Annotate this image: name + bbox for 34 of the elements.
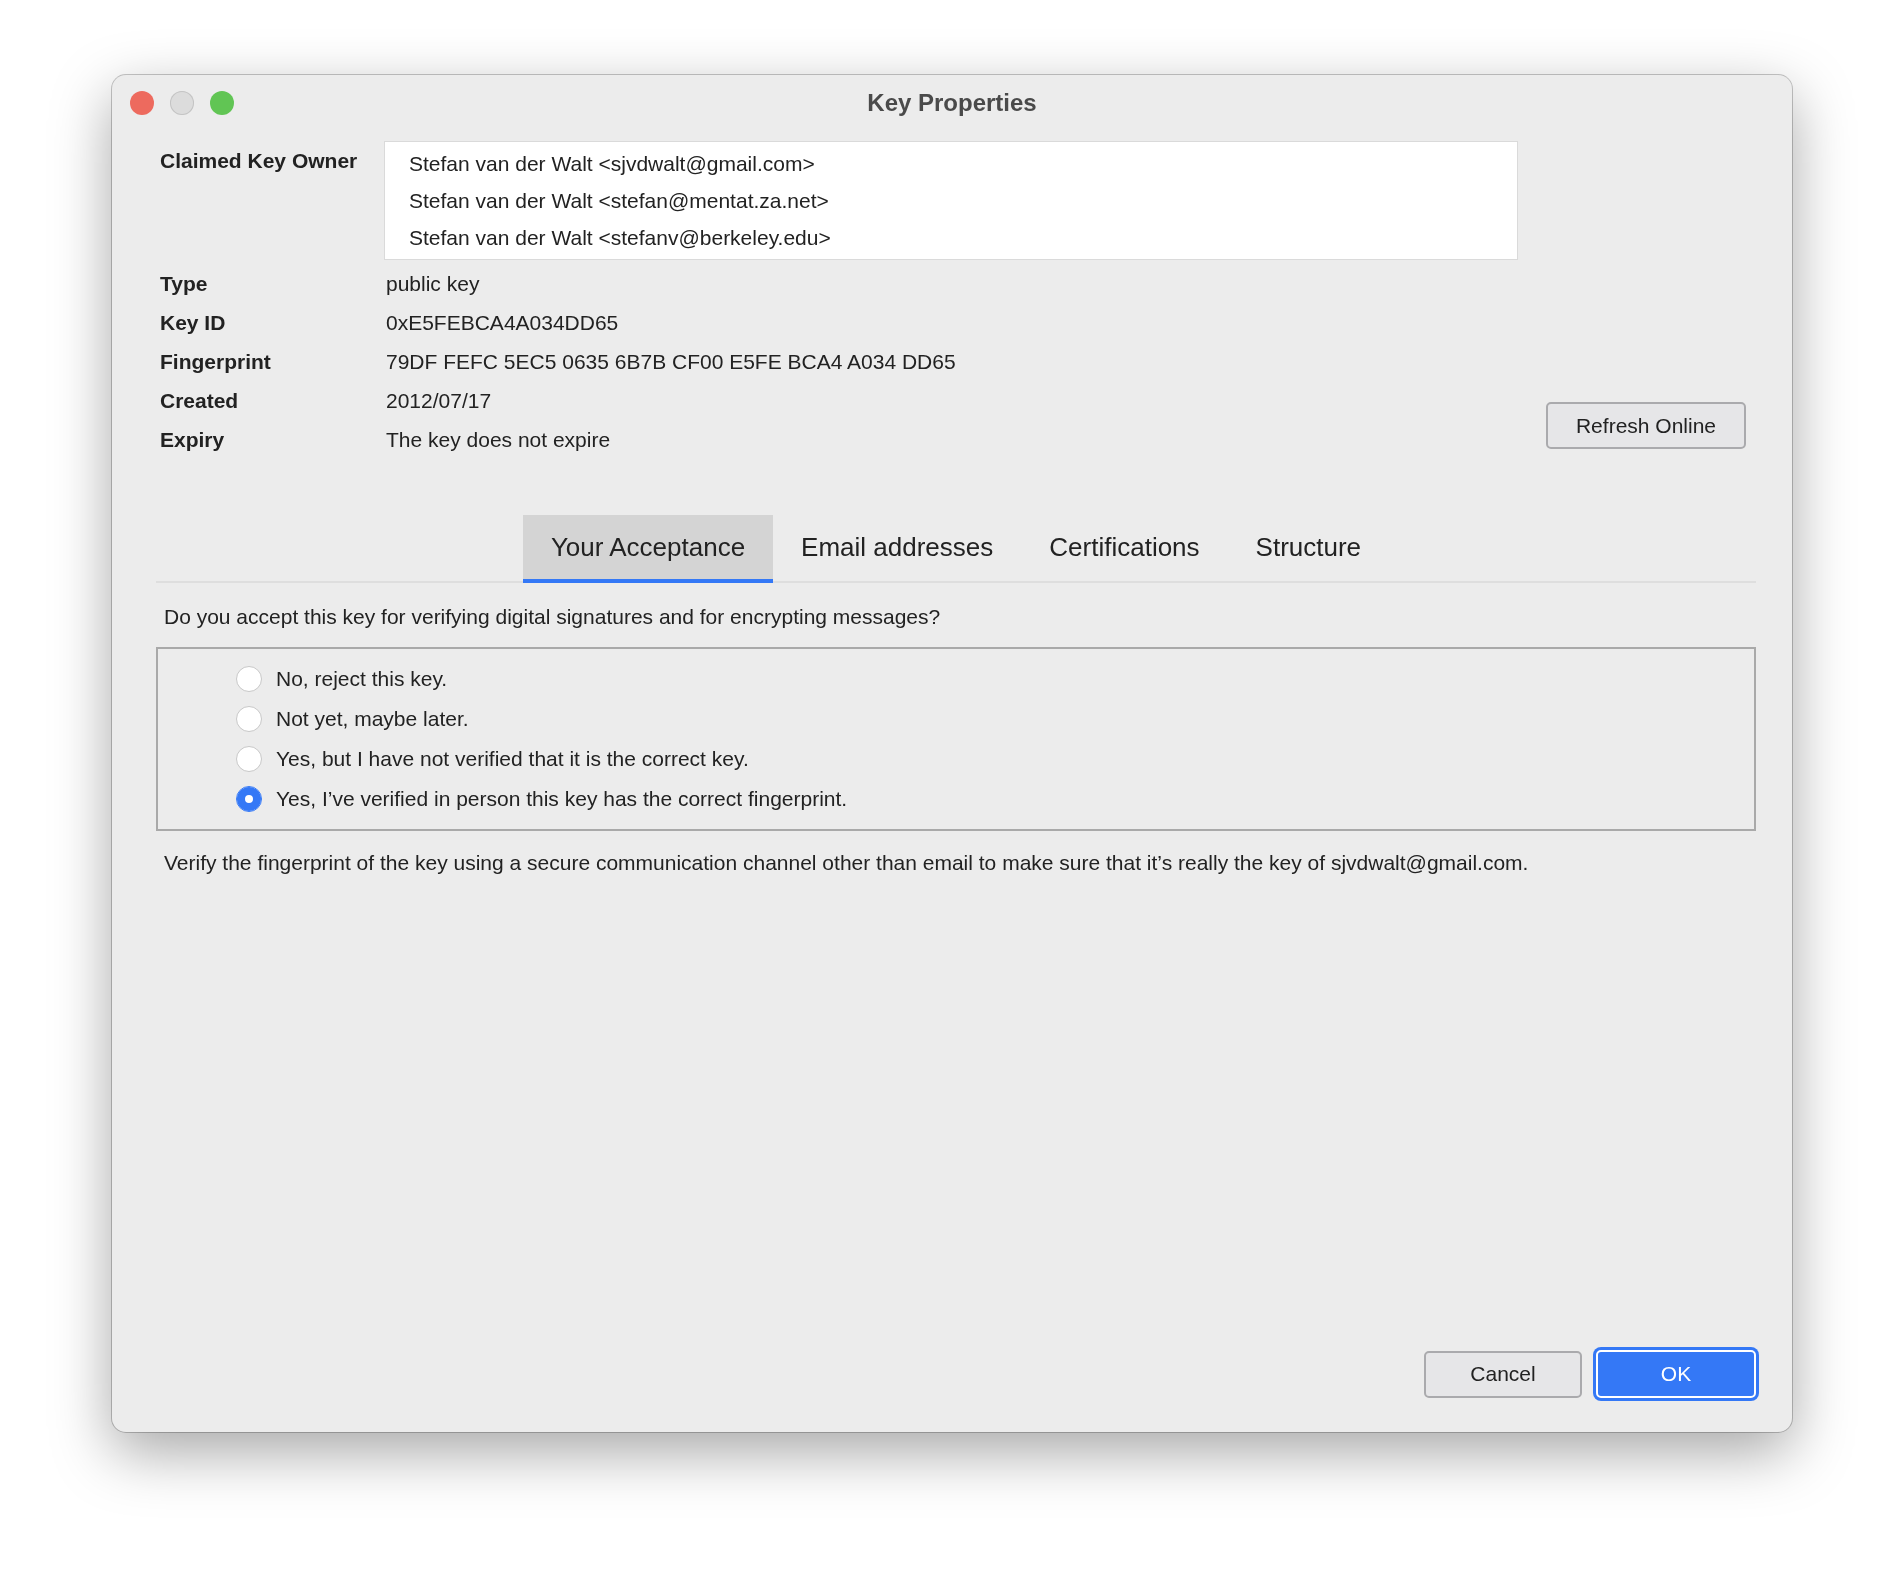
field-value: 0xE5FEBCA4A034DD65 — [386, 310, 619, 335]
field-label: Claimed Key Owner — [160, 148, 359, 173]
radio-button[interactable] — [236, 666, 262, 692]
list-item[interactable]: Stefan van der Walt <sjvdwalt@gmail.com> — [385, 145, 1517, 182]
note-text: Verify the fingerprint of the key using a secure communication channel other than email to make sure that it’s really the key of sjvdwalt@gmail.com. — [164, 851, 1530, 875]
field-label: Created — [160, 388, 240, 413]
list-item[interactable]: Stefan van der Walt <stefanv@berkeley.edu> — [385, 219, 1517, 256]
ok-button[interactable]: OK — [1596, 1350, 1756, 1398]
field-value: public key — [386, 271, 480, 296]
window-title: Key Properties — [867, 89, 1037, 117]
cancel-button[interactable]: Cancel — [1424, 1350, 1582, 1398]
field-label: Key ID — [160, 310, 227, 335]
radio-button[interactable] — [236, 706, 262, 732]
radio-label[interactable]: No, reject this key. — [276, 667, 448, 691]
tab[interactable]: Certifications — [1021, 515, 1228, 583]
field-label: Expiry — [160, 427, 226, 452]
radio-label[interactable]: Yes, I’ve verified in person this key has the correct fingerprint. — [276, 787, 848, 811]
field-value: The key does not expire — [386, 427, 611, 452]
zoom-button[interactable] — [210, 91, 234, 115]
field-value: 2012/07/17 — [386, 388, 492, 413]
field-label: Fingerprint — [160, 349, 272, 374]
radio-button[interactable] — [236, 746, 262, 772]
question-text: Do you accept this key for verifying digital signatures and for encrypting messages? — [164, 605, 942, 629]
list-item[interactable]: Stefan van der Walt <stefan@mentat.za.net> — [385, 182, 1517, 219]
radio-label[interactable]: Yes, but I have not verified that it is the correct key. — [276, 747, 749, 771]
tab[interactable]: Email addresses — [773, 515, 1022, 583]
tab[interactable]: Structure — [1227, 515, 1390, 583]
tab[interactable]: Your Acceptance — [522, 515, 774, 583]
field-value: 79DF FEFC 5EC5 0635 6B7B CF00 E5FE BCA4 A034 DD65 — [386, 349, 956, 374]
radio-button[interactable] — [236, 786, 262, 812]
field-label: Type — [160, 271, 209, 296]
close-button[interactable] — [130, 91, 154, 115]
refresh-online-button[interactable]: Refresh Online — [1546, 402, 1746, 449]
radio-label[interactable]: Not yet, maybe later. — [276, 707, 469, 731]
